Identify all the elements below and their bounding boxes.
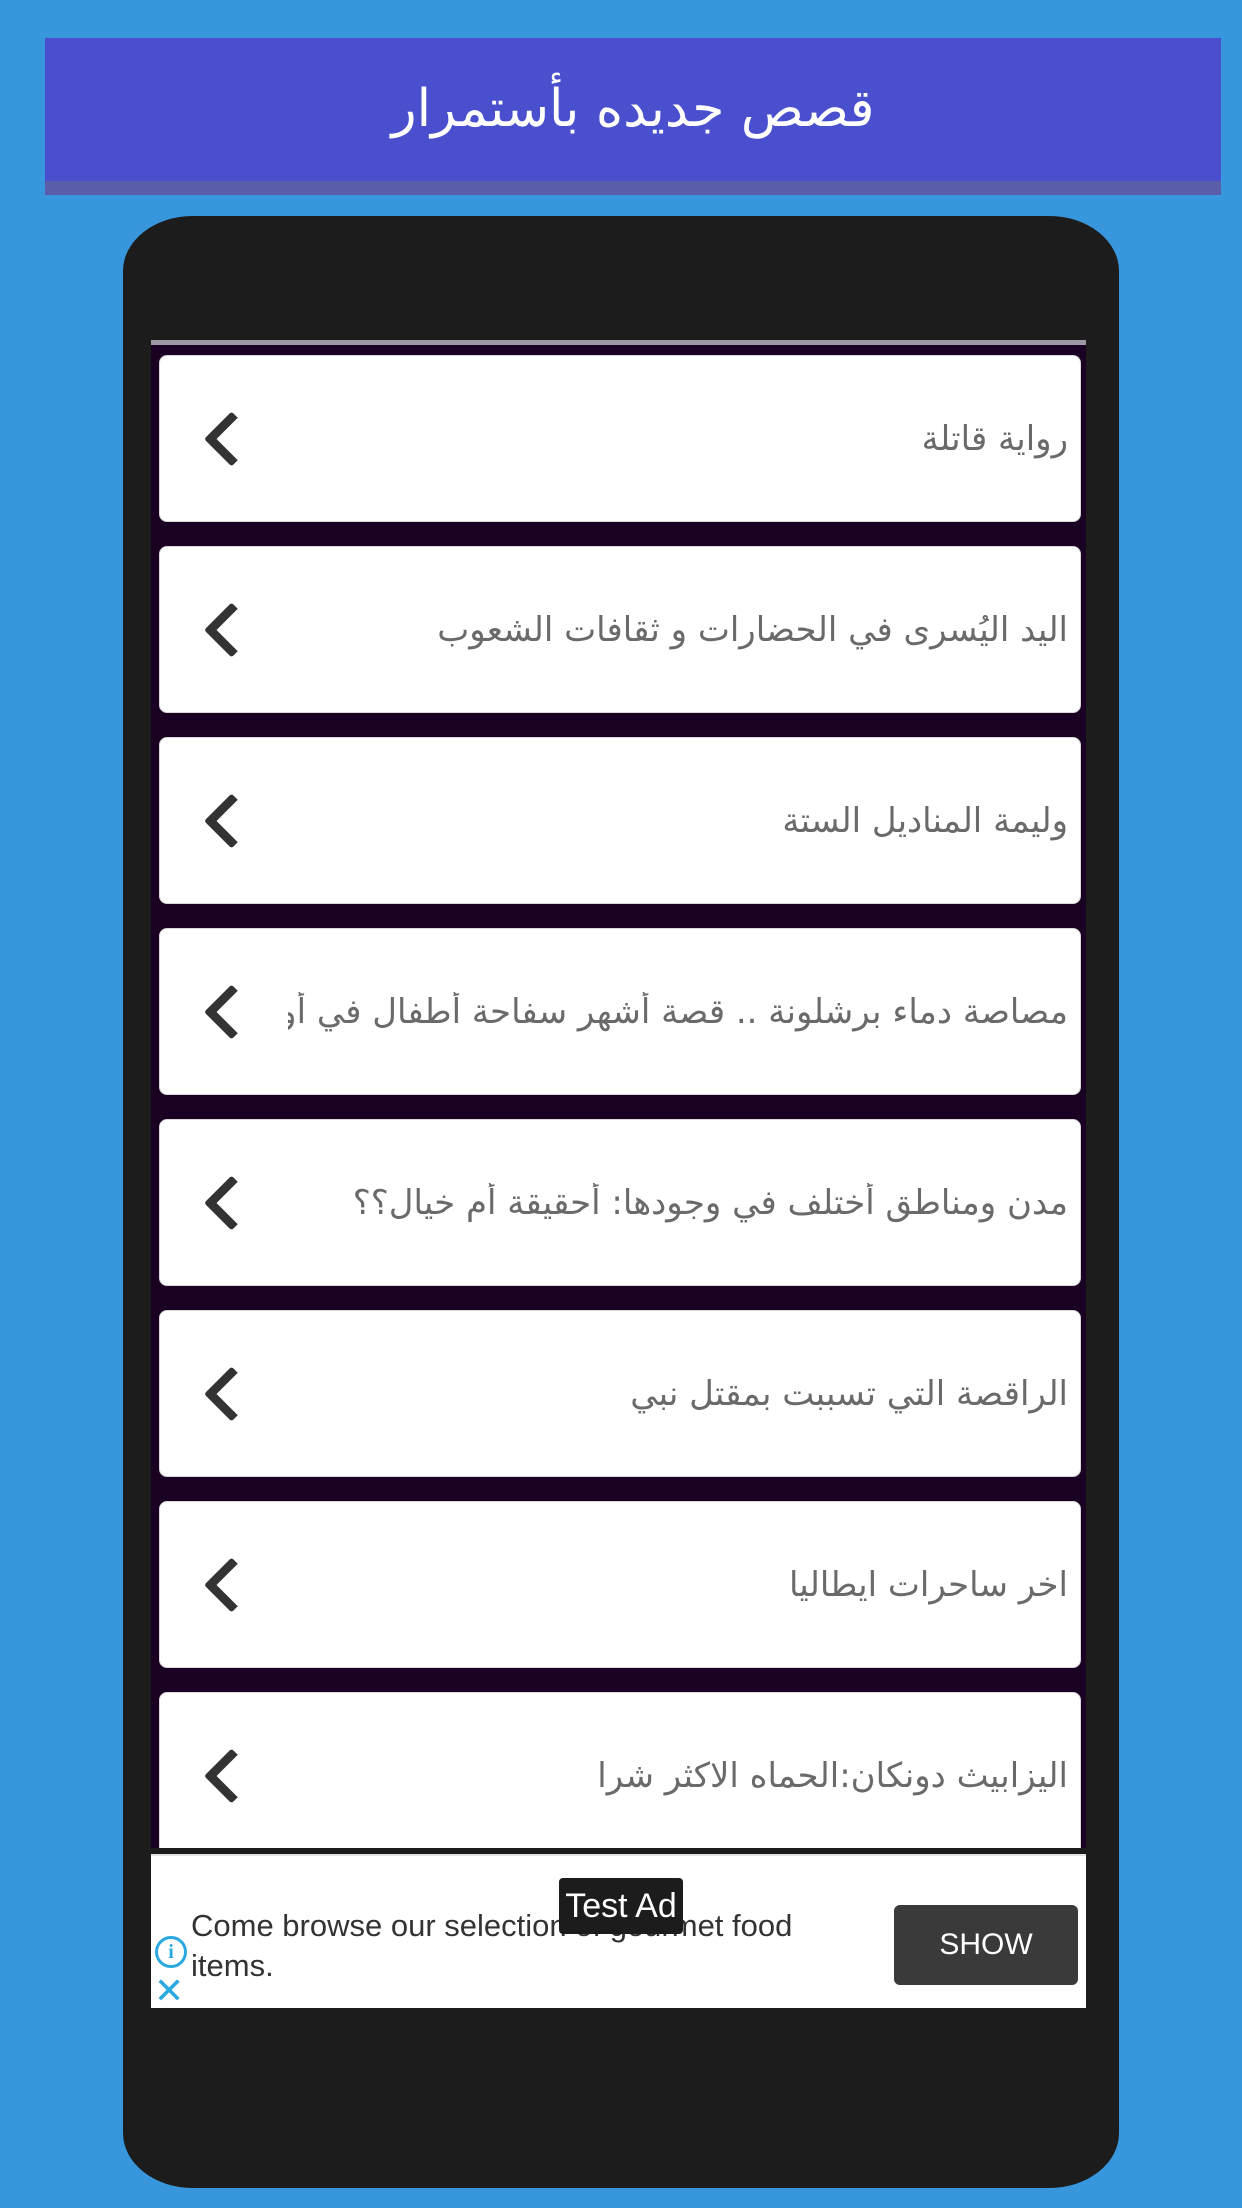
chevron-left-icon: [203, 601, 260, 658]
chevron-left-icon: [203, 1556, 260, 1613]
list-item[interactable]: رواية قاتلة: [159, 355, 1081, 522]
chevron-left-icon: [203, 1174, 260, 1231]
list-item[interactable]: اليد اليُسرى في الحضارات و ثقافات الشعوب: [159, 546, 1081, 713]
chevron-left-icon: [203, 983, 260, 1040]
list-item[interactable]: الراقصة التي تسببت بمقتل نبي: [159, 1310, 1081, 1477]
page-title: قصص جديده بأستمرار: [391, 78, 875, 139]
story-title: رواية قاتلة: [921, 418, 1068, 459]
story-title: الراقصة التي تسببت بمقتل نبي: [630, 1373, 1068, 1414]
chevron-left-icon: [203, 1365, 260, 1422]
list-item[interactable]: مدن ومناطق أختلف في وجودها: أحقيقة أم خي…: [159, 1119, 1081, 1286]
test-ad-badge: Test Ad: [559, 1878, 683, 1934]
chevron-left-icon: [203, 410, 260, 467]
list-item[interactable]: اليزابيث دونكان:الحماه الاكثر شرا: [159, 1692, 1081, 1848]
story-title: اليزابيث دونكان:الحماه الاكثر شرا: [597, 1755, 1068, 1796]
story-title: اليد اليُسرى في الحضارات و ثقافات الشعوب: [437, 609, 1068, 650]
list-item[interactable]: وليمة المناديل الستة: [159, 737, 1081, 904]
list-item[interactable]: مصاصة دماء برشلونة .. قصة أشهر سفاحة أطف…: [159, 928, 1081, 1095]
show-button[interactable]: SHOW: [894, 1905, 1078, 1985]
app-header: قصص جديده بأستمرار: [45, 38, 1221, 181]
ad-text: Come browse our selection of gourmet foo…: [191, 1908, 793, 1983]
list-divider: [151, 340, 1086, 345]
story-title: مصاصة دماء برشلونة .. قصة أشهر سفاحة أطف…: [288, 991, 1068, 1032]
info-icon[interactable]: i: [155, 1936, 187, 1968]
chevron-left-icon: [203, 792, 260, 849]
story-title: مدن ومناطق أختلف في وجودها: أحقيقة أم خي…: [352, 1182, 1068, 1223]
list-item[interactable]: اخر ساحرات ايطاليا: [159, 1501, 1081, 1668]
story-title: اخر ساحرات ايطاليا: [788, 1564, 1068, 1605]
stories-list[interactable]: رواية قاتلة اليد اليُسرى في الحضارات و ث…: [151, 340, 1086, 1848]
chevron-left-icon: [203, 1747, 260, 1804]
close-icon[interactable]: ✕: [154, 1974, 184, 2010]
story-title: وليمة المناديل الستة: [782, 800, 1068, 841]
